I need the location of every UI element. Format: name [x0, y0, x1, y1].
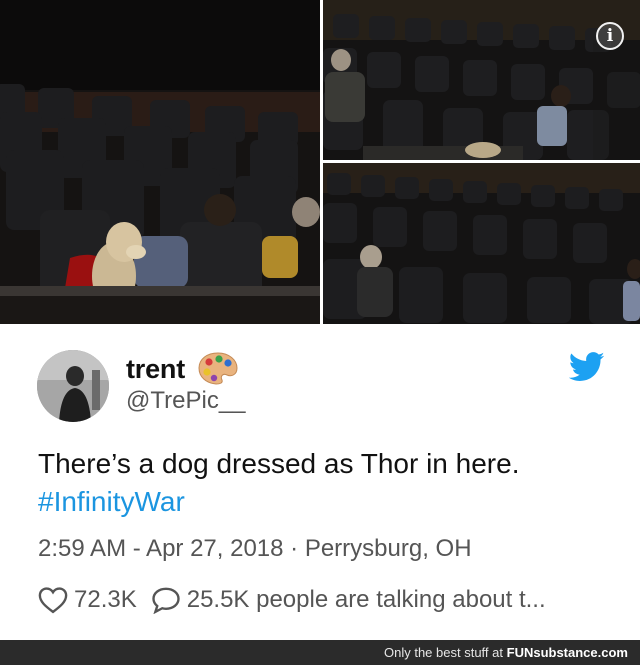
like-count: 72.3K [74, 586, 137, 613]
handle[interactable]: @TrePic__ [126, 387, 246, 415]
heart-icon[interactable] [38, 586, 68, 614]
photo-bottom-right[interactable] [323, 163, 640, 324]
info-icon[interactable]: i [596, 22, 624, 50]
footer-logo[interactable]: FUNsubstance.com [507, 645, 628, 660]
photo-grid: i [0, 0, 640, 324]
footer-text: Only the best stuff at FUNsubstance.com [384, 645, 628, 660]
avatar-image [37, 350, 109, 422]
theater-seats-image [323, 0, 640, 160]
palette-icon [198, 352, 238, 385]
tweet-text: There’s a dog dressed as Thor in here. #… [38, 445, 618, 521]
timestamp-location[interactable]: 2:59 AM - Apr 27, 2018 · Perrysburg, OH [38, 535, 472, 563]
footer-prefix: Only the best stuff at [384, 645, 503, 660]
hashtag-link[interactable]: #InfinityWar [38, 483, 618, 521]
photo-top-right[interactable]: i [323, 0, 640, 160]
display-name[interactable]: trent [126, 354, 185, 385]
tweet-actions: 72.3K 25.5K people are talking about t..… [38, 584, 546, 616]
twitter-bird-icon[interactable] [569, 352, 605, 382]
comment-bubble-icon[interactable] [151, 586, 181, 614]
photo-main[interactable] [0, 0, 320, 324]
avatar[interactable] [37, 350, 109, 422]
footer-bar: Only the best stuff at FUNsubstance.com [0, 640, 640, 665]
talking-count[interactable]: 25.5K people are talking about t... [187, 586, 546, 614]
theater-dog-image [0, 0, 320, 324]
theater-audience-image [323, 163, 640, 324]
tweet-text-line: There’s a dog dressed as Thor in here. [38, 448, 520, 479]
